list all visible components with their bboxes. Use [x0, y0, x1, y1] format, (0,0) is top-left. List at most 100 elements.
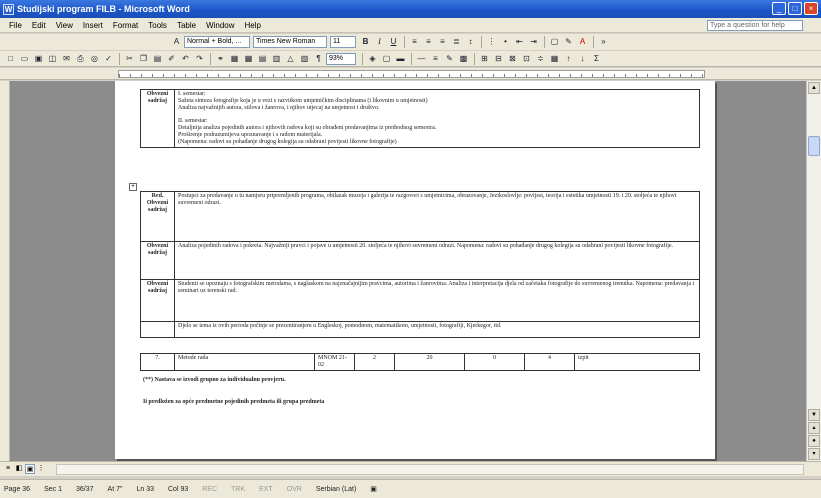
- document-page[interactable]: Obvezni sadržaj I. semestar: Sažeta sint…: [115, 81, 715, 459]
- ext-mode[interactable]: EXT: [259, 486, 273, 493]
- cut-icon[interactable]: ✂: [123, 53, 136, 65]
- bullets-icon[interactable]: •: [499, 36, 512, 48]
- distribute-rows-icon[interactable]: ≑: [534, 53, 547, 65]
- bold-icon[interactable]: B: [359, 36, 372, 48]
- hours-cell[interactable]: 0: [464, 353, 525, 371]
- font-size-select[interactable]: 11: [330, 36, 356, 48]
- shading-icon[interactable]: ▩: [457, 53, 470, 65]
- row-content[interactable]: Studenti se upoznaju s fotografskim meto…: [174, 279, 700, 322]
- maximize-button[interactable]: □: [788, 2, 802, 15]
- hours-cell[interactable]: 2: [354, 353, 395, 371]
- table-move-handle-icon[interactable]: +: [129, 183, 137, 191]
- font-select[interactable]: Times New Roman: [253, 36, 327, 48]
- row-content[interactable]: Postupci za predavanje u tu namjeru prip…: [174, 191, 700, 242]
- minimize-button[interactable]: _: [772, 2, 786, 15]
- rec-mode[interactable]: REC: [202, 486, 217, 493]
- line-weight-icon[interactable]: ≡: [429, 53, 442, 65]
- print-layout-icon[interactable]: ▣: [25, 464, 35, 474]
- row-label[interactable]: Obvezni sadržaj: [140, 89, 175, 148]
- save-icon[interactable]: ▣: [32, 53, 45, 65]
- font-color-icon[interactable]: A: [576, 36, 589, 48]
- menu-tools[interactable]: Tools: [143, 21, 172, 30]
- justify-icon[interactable]: ≣: [450, 36, 463, 48]
- menu-help[interactable]: Help: [240, 21, 266, 30]
- highlight-2-icon[interactable]: ▬: [394, 53, 407, 65]
- browse-object-icon[interactable]: ●: [808, 435, 820, 447]
- print-preview-icon[interactable]: ◎: [88, 53, 101, 65]
- horizontal-ruler[interactable]: [0, 68, 821, 80]
- email-icon[interactable]: ✉: [60, 53, 73, 65]
- scroll-track[interactable]: [56, 464, 804, 475]
- row-label[interactable]: Obvezni sadržaj: [140, 279, 175, 322]
- more-buttons-icon[interactable]: »: [597, 36, 610, 48]
- columns-icon[interactable]: ▥: [270, 53, 283, 65]
- menu-insert[interactable]: Insert: [78, 21, 108, 30]
- zoom-select[interactable]: 93%: [326, 52, 356, 65]
- menu-edit[interactable]: Edit: [27, 21, 51, 30]
- help-search-input[interactable]: Type a question for help: [707, 20, 803, 31]
- web-layout-icon[interactable]: ◧: [14, 464, 24, 474]
- menu-table[interactable]: Table: [172, 21, 201, 30]
- numbering-icon[interactable]: ⋮: [485, 36, 498, 48]
- normal-view-icon[interactable]: ≡: [3, 464, 13, 474]
- open-icon[interactable]: ▭: [18, 53, 31, 65]
- ovr-mode[interactable]: OVR: [287, 486, 302, 493]
- hours-cell[interactable]: 20: [394, 353, 465, 371]
- permission-icon[interactable]: ◫: [46, 53, 59, 65]
- next-page-icon[interactable]: ▾: [808, 448, 820, 460]
- vertical-ruler[interactable]: [0, 81, 10, 461]
- insert-excel-icon[interactable]: ▤: [256, 53, 269, 65]
- align-cell-icon[interactable]: ⊡: [520, 53, 533, 65]
- outline-view-icon[interactable]: ⋮: [36, 464, 46, 474]
- merge-cells-icon[interactable]: ⊟: [492, 53, 505, 65]
- ects-cell[interactable]: 4: [524, 353, 575, 371]
- autosum-icon[interactable]: Σ: [590, 53, 603, 65]
- print-icon[interactable]: ⎙: [74, 53, 87, 65]
- split-cells-icon[interactable]: ⊠: [506, 53, 519, 65]
- border-icon[interactable]: ▢: [548, 36, 561, 48]
- menu-file[interactable]: File: [4, 21, 27, 30]
- close-button[interactable]: ×: [804, 2, 818, 15]
- row-content[interactable]: Djelo se tema iz ovih perioda počinje se…: [174, 321, 700, 338]
- line-spacing-icon[interactable]: ↕: [464, 36, 477, 48]
- italic-icon[interactable]: I: [373, 36, 386, 48]
- sort-descending-icon[interactable]: ↓: [576, 53, 589, 65]
- footnote-2[interactable]: Ii predložen za opće predmetne pojedinih…: [143, 399, 324, 405]
- row-content[interactable]: Analiza pojedinih radova i pokreta. Najv…: [174, 241, 700, 280]
- insert-table-icon[interactable]: ▦: [242, 53, 255, 65]
- word-app-icon[interactable]: W: [3, 3, 14, 15]
- insert-frame-icon[interactable]: ▢: [380, 53, 393, 65]
- drawing-icon[interactable]: △: [284, 53, 297, 65]
- paste-icon[interactable]: ▤: [151, 53, 164, 65]
- previous-page-icon[interactable]: ▴: [808, 422, 820, 434]
- align-center-icon[interactable]: ≡: [422, 36, 435, 48]
- ruler-scale[interactable]: [118, 70, 705, 78]
- scroll-up-icon[interactable]: ▲: [808, 82, 820, 94]
- show-hide-icon[interactable]: ¶: [312, 53, 325, 65]
- menu-window[interactable]: Window: [201, 21, 239, 30]
- styles-pane-icon[interactable]: A: [170, 36, 183, 48]
- decrease-indent-icon[interactable]: ⇤: [513, 36, 526, 48]
- exam-type[interactable]: izpit: [574, 353, 700, 371]
- new-document-icon[interactable]: □: [4, 53, 17, 65]
- style-select[interactable]: Normal + Bold, ...: [184, 36, 250, 48]
- horizontal-scrollbar[interactable]: ≡ ◧ ▣ ⋮: [0, 461, 821, 476]
- highlight-icon[interactable]: ✎: [562, 36, 575, 48]
- course-code[interactable]: MNOM 21-02: [314, 353, 355, 371]
- insert-rows-icon[interactable]: ⊞: [478, 53, 491, 65]
- spelling-status-icon[interactable]: ▣: [370, 485, 377, 493]
- tables-borders-icon[interactable]: ▦: [228, 53, 241, 65]
- course-name[interactable]: Metode rada: [174, 353, 315, 371]
- format-painter-icon[interactable]: ✐: [165, 53, 178, 65]
- scroll-down-icon[interactable]: ▼: [808, 409, 820, 421]
- menu-view[interactable]: View: [51, 21, 78, 30]
- row-label[interactable]: Obvezni sadržaj: [140, 241, 175, 280]
- align-right-icon[interactable]: ≡: [436, 36, 449, 48]
- undo-icon[interactable]: ↶: [179, 53, 192, 65]
- increase-indent-icon[interactable]: ⇥: [527, 36, 540, 48]
- sort-ascending-icon[interactable]: ↑: [562, 53, 575, 65]
- redo-icon[interactable]: ↷: [193, 53, 206, 65]
- autoformat-icon[interactable]: ▦: [548, 53, 561, 65]
- row-label[interactable]: [140, 321, 175, 338]
- read-icon[interactable]: ◈: [366, 53, 379, 65]
